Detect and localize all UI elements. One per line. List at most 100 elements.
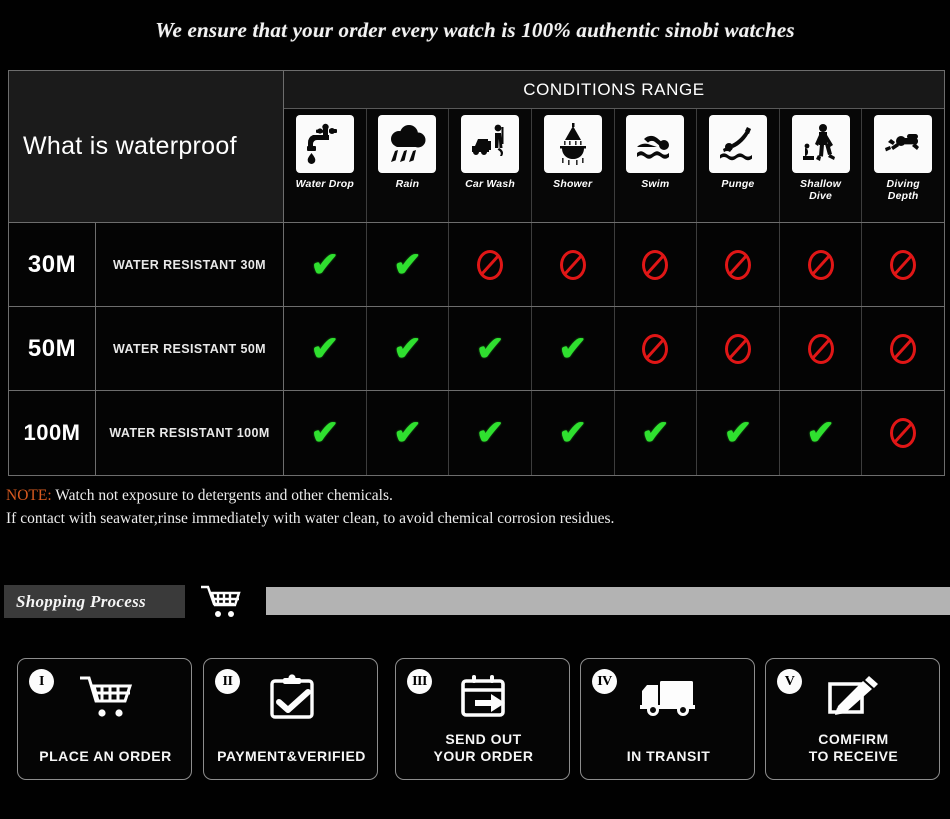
swimmer-icon [626, 115, 685, 173]
mark-cell-shower [532, 223, 615, 306]
conditions-range-header: CONDITIONS RANGE [284, 71, 944, 109]
mark-cell-swim: ✔ [615, 391, 698, 475]
mark-cell-shallow-dive [780, 223, 863, 306]
table-row: 30M WATER RESISTANT 30M ✔ ✔ [9, 223, 944, 307]
condition-columns: Water Drop Rain Car Wash Shower Swim Pun… [284, 109, 944, 222]
mark-cell-punge [697, 307, 780, 390]
step-label: COMFIRM TO RECEIVE [808, 731, 899, 764]
condition-label: Rain [395, 178, 420, 190]
process-steps: I PLACE AN ORDER II PAYMENT&VERIFIED III… [0, 658, 950, 782]
shopping-cart-icon [18, 671, 193, 723]
step-send-out-your-order[interactable]: III SEND OUT YOUR ORDER [395, 658, 570, 780]
mark-cell-diving-depth [862, 391, 944, 475]
condition-label: Car Wash [465, 178, 515, 190]
mark-cell-swim [615, 223, 698, 306]
waterproof-table: What is waterproof CONDITIONS RANGE Wate… [8, 70, 945, 476]
shallow-dive-icon [791, 115, 850, 173]
step-comfirm-to-receive[interactable]: V COMFIRM TO RECEIVE [765, 658, 940, 780]
plunge-dive-icon [708, 115, 767, 173]
condition-label: Swim [641, 178, 670, 190]
shopping-process-label: Shopping Process [4, 585, 185, 618]
mark-cell-punge: ✔ [697, 391, 780, 475]
row-description: WATER RESISTANT 30M [96, 223, 284, 306]
note-block: NOTE: Watch not exposure to detergents a… [6, 484, 936, 530]
table-row: 50M WATER RESISTANT 50M ✔ ✔ ✔ ✔ [9, 307, 944, 391]
step-in-transit[interactable]: IV IN TRANSIT [580, 658, 755, 780]
mark-cell-diving-depth [862, 307, 944, 390]
mark-cell-rain: ✔ [367, 223, 450, 306]
delivery-truck-icon [581, 671, 756, 723]
mark-cell-shallow-dive: ✔ [780, 391, 863, 475]
prohibited-icon [724, 333, 751, 364]
prohibited-icon [890, 333, 917, 364]
mark-cell-rain: ✔ [367, 307, 450, 390]
mark-cell-shower: ✔ [532, 391, 615, 475]
check-icon: ✔ [393, 414, 422, 452]
mark-cell-diving-depth [862, 223, 944, 306]
check-icon: ✔ [475, 329, 505, 368]
check-icon: ✔ [558, 329, 587, 368]
check-icon: ✔ [393, 245, 422, 284]
condition-column-swim: Swim [614, 109, 698, 222]
conditions-block: CONDITIONS RANGE Water Drop Rain Car Was… [284, 71, 944, 222]
prohibited-icon [807, 249, 834, 280]
step-label: PLACE AN ORDER [39, 748, 172, 764]
row-depth: 100M [9, 391, 96, 475]
condition-column-shower: Shower [531, 109, 615, 222]
car-wash-icon [461, 115, 520, 173]
check-icon: ✔ [393, 329, 422, 368]
page-title: We ensure that your order every watch is… [155, 18, 795, 42]
mark-cell-car-wash: ✔ [449, 391, 532, 475]
prohibited-icon [890, 249, 917, 280]
row-marks: ✔ ✔ [284, 223, 944, 306]
check-icon: ✔ [723, 414, 753, 452]
sign-document-icon [766, 671, 941, 723]
condition-column-water-drop: Water Drop [284, 109, 367, 222]
shopping-cart-icon [196, 581, 246, 623]
condition-label: Diving Depth [886, 178, 920, 202]
condition-column-punge: Punge [697, 109, 780, 222]
prohibited-icon [807, 333, 834, 364]
waterproof-infographic: We ensure that your order every watch is… [0, 0, 950, 819]
check-icon: ✔ [310, 245, 340, 284]
shopping-process-bar: Shopping Process [0, 585, 950, 618]
row-depth: 50M [9, 307, 96, 390]
mark-cell-car-wash: ✔ [449, 307, 532, 390]
step-payment-verified[interactable]: II PAYMENT&VERIFIED [203, 658, 378, 780]
table-title: What is waterproof [23, 132, 237, 160]
prohibited-icon [559, 249, 586, 280]
condition-label: Shower [553, 178, 593, 190]
prohibited-icon [477, 249, 504, 280]
mark-cell-water-drop: ✔ [284, 391, 367, 475]
condition-label: Water Drop [295, 178, 355, 190]
row-depth: 30M [9, 223, 96, 306]
mark-cell-water-drop: ✔ [284, 307, 367, 390]
step-label: SEND OUT YOUR ORDER [433, 731, 534, 764]
step-place-an-order[interactable]: I PLACE AN ORDER [17, 658, 192, 780]
step-label: IN TRANSIT [626, 748, 711, 764]
mark-cell-shower: ✔ [532, 307, 615, 390]
prohibited-icon [890, 418, 917, 448]
check-icon: ✔ [475, 414, 505, 452]
scuba-diver-icon [874, 115, 933, 173]
note-label: NOTE: [6, 487, 52, 504]
note-text-1: Watch not exposure to detergents and oth… [51, 487, 393, 504]
prohibited-icon [642, 333, 669, 364]
condition-column-shallow-dive: Shallow Dive [779, 109, 863, 222]
condition-column-diving-depth: Diving Depth [862, 109, 944, 222]
table-row: 100M WATER RESISTANT 100M ✔ ✔ ✔ ✔ ✔ ✔ ✔ [9, 391, 944, 475]
mark-cell-car-wash [449, 223, 532, 306]
calendar-arrow-icon [396, 671, 571, 723]
note-line-2: If contact with seawater,rinse immediate… [6, 510, 615, 527]
table-header: What is waterproof CONDITIONS RANGE Wate… [9, 71, 944, 223]
row-marks: ✔ ✔ ✔ ✔ ✔ ✔ ✔ [284, 391, 944, 475]
table-title-cell: What is waterproof [9, 71, 284, 222]
faucet-water-drop-icon [295, 115, 354, 173]
note-line-1: NOTE: Watch not exposure to detergents a… [6, 484, 936, 507]
check-icon: ✔ [641, 414, 670, 452]
condition-label: Punge [721, 178, 755, 190]
row-description: WATER RESISTANT 100M [96, 391, 284, 475]
mark-cell-shallow-dive [780, 307, 863, 390]
check-icon: ✔ [310, 414, 340, 452]
check-icon: ✔ [806, 414, 835, 452]
